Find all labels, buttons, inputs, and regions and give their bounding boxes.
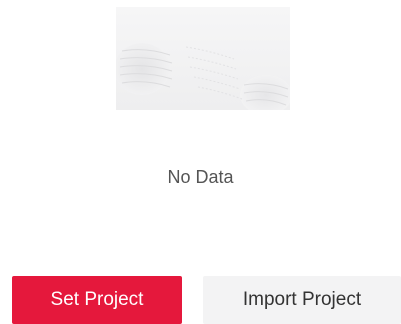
no-data-message: No Data xyxy=(167,167,234,187)
no-data-illustration-icon xyxy=(116,7,290,110)
set-project-button[interactable]: Set Project xyxy=(12,276,182,324)
import-project-button[interactable]: Import Project xyxy=(203,276,401,324)
